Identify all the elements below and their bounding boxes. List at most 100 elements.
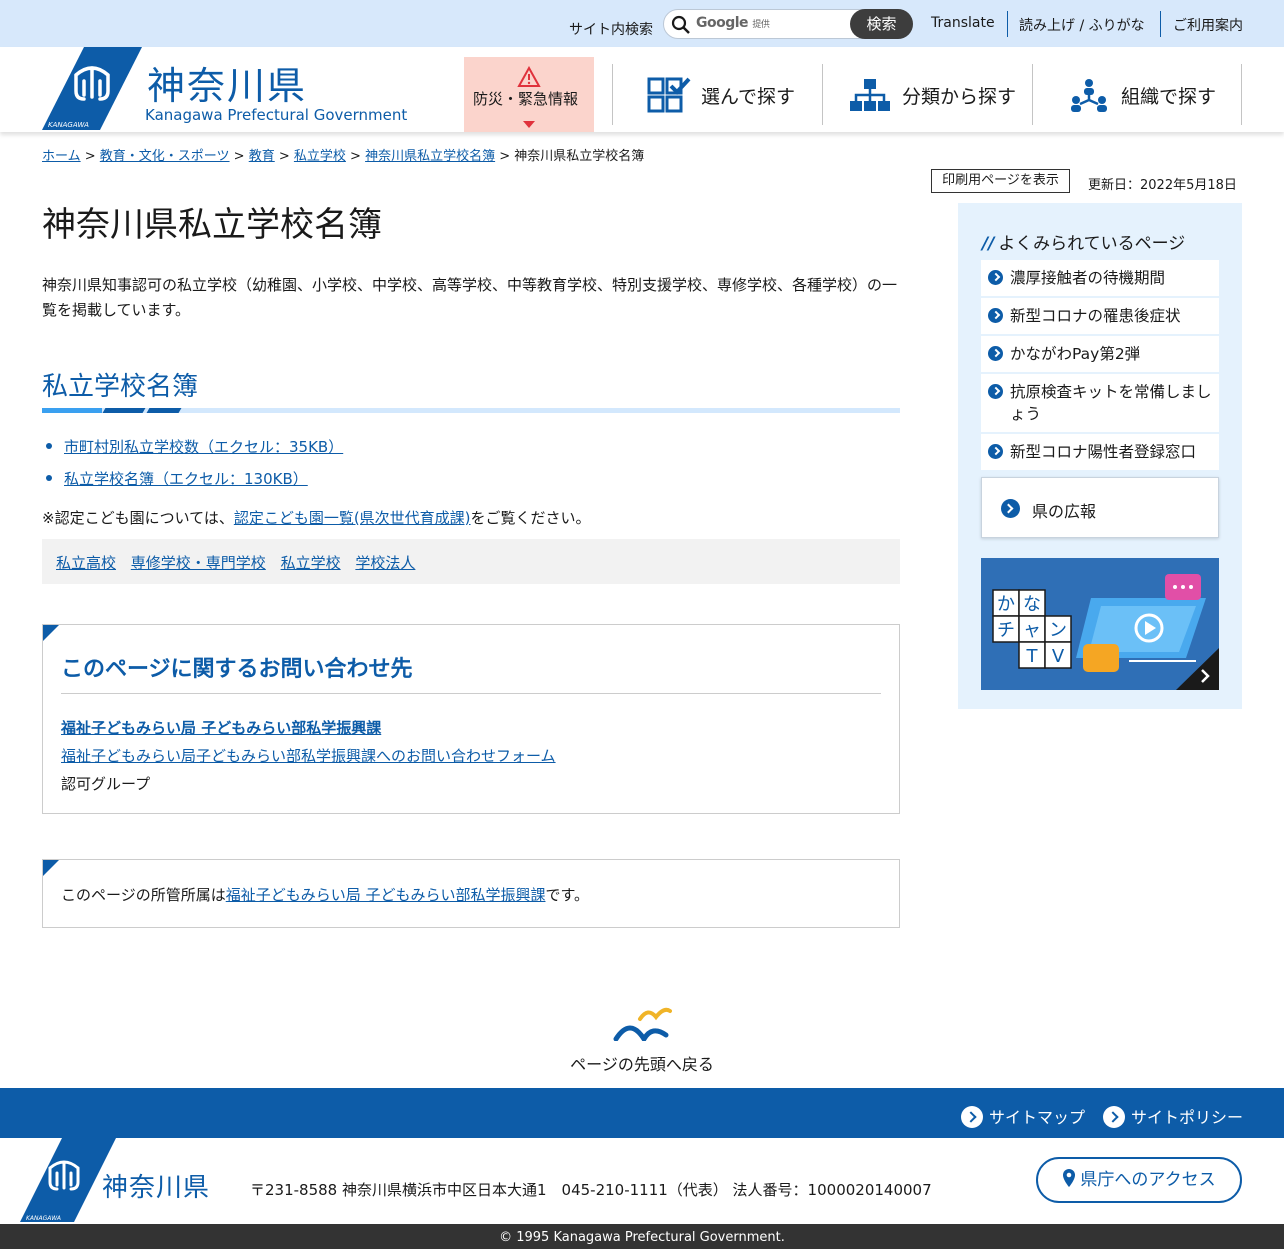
warning-icon [517,66,541,87]
top-utility-bar: サイト内検索 Google 提供 検索 Translate 読み上げ / ふりが… [0,0,1284,47]
footer-logo-text: 神奈川県 [102,1173,211,1203]
caret-down-icon [523,121,535,128]
contact-box: このページに関するお問い合わせ先 福祉子どもみらい局 子どもみらい部私学振興課 … [42,624,900,814]
chevron-right-icon [1001,499,1020,518]
divider [1007,11,1008,37]
checklist-icon [647,77,691,113]
chevron-right-icon [1103,1106,1125,1128]
tag-link[interactable]: 私立高校 [56,554,116,572]
guide-link[interactable]: ご利用案内 [1173,15,1243,35]
site-header: KANAGAWA 神奈川県 Kanagawa Prefectural Gover… [0,47,1284,132]
popular-list: 濃厚接触者の待機期間 新型コロナの罹患後症状 かながわPay第2弾 抗原検査キッ… [981,260,1219,472]
breadcrumb-home[interactable]: ホーム [42,149,81,164]
back-to-top-label: ページの先頭へ戻る [570,1055,714,1074]
corner-mark [43,860,59,876]
svg-text:チ: チ [997,620,1015,641]
back-to-top[interactable]: ページの先頭へ戻る [0,1005,1284,1075]
nav-category-label: 分類から探す [902,86,1017,108]
owner-text: このページの所管所属は福祉子どもみらい局 子どもみらい部私学振興課です。 [61,886,589,904]
site-search-label: サイト内検索 [569,22,653,38]
contact-title: このページに関するお問い合わせ先 [61,657,413,682]
search-button[interactable]: 検索 [850,9,913,39]
svg-text:KANAGAWA: KANAGAWA [26,1215,61,1222]
footer-logo[interactable]: KANAGAWA 神奈川県 [20,1138,209,1228]
nav-choose[interactable]: 選んで探す [613,65,822,125]
access-button[interactable]: 県庁へのアクセス [1036,1157,1242,1203]
contact-dept-link[interactable]: 福祉子どもみらい局 子どもみらい部私学振興課 [61,717,381,738]
note-text: ※認定こども園については、認定こども園一覧(県次世代育成課)をご覧ください。 [42,509,591,527]
divider [1241,64,1242,125]
kodomoen-link[interactable]: 認定こども園一覧(県次世代育成課) [234,509,471,527]
sitemap-link[interactable]: サイトマップ [961,1104,1085,1128]
logo-text-jp: 神奈川県 [147,64,308,108]
download-link-count[interactable]: 市町村別私立学校数（エクセル：35KB） [64,438,343,456]
logo-text-en: Kanagawa Prefectural Government [145,106,408,124]
emergency-info-button[interactable]: 防災・緊急情報 [464,57,594,132]
section-title: 私立学校名簿 [42,372,199,402]
breadcrumb-education[interactable]: 教育 [249,149,275,164]
nav-category[interactable]: 分類から探す [823,65,1032,125]
page-title: 神奈川県私立学校名簿 [42,205,382,245]
main-content: 神奈川県私立学校名簿 神奈川県知事認可の私立学校（幼稚園、小学校、中学校、高等学… [42,203,900,928]
svg-text:V: V [1052,646,1065,667]
hierarchy-icon [850,79,890,111]
footer-links-bar: サイトマップ サイトポリシー [0,1088,1284,1138]
seagull-icon [613,1007,672,1044]
svg-text:ン: ン [1049,620,1067,641]
contact-form-link[interactable]: 福祉子どもみらい局子どもみらい部私学振興課へのお問い合わせフォーム [61,745,556,766]
contact-group: 認可グループ [61,775,151,793]
nav-organization[interactable]: 組織で探す [1033,65,1241,125]
breadcrumb-directory[interactable]: 神奈川県私立学校名簿 [365,149,495,164]
breadcrumb-culture[interactable]: 教育・文化・スポーツ [100,149,230,164]
svg-text:な: な [1023,594,1041,615]
popular-item[interactable]: かながわPay第2弾 [981,336,1219,372]
breadcrumb: ホーム > 教育・文化・スポーツ > 教育 > 私立学校 > 神奈川県私立学校名… [42,149,645,164]
breadcrumb-current: 神奈川県私立学校名簿 [514,149,645,164]
list-item: 私立学校名簿（エクセル：130KB） [42,468,343,489]
intro-text: 神奈川県知事認可の私立学校（幼稚園、小学校、中学校、高等学校、中等教育学校、特別… [42,276,898,319]
owner-dept-link[interactable]: 福祉子どもみらい局 子どもみらい部私学振興課 [226,886,546,904]
popular-item[interactable]: 濃厚接触者の待機期間 [981,260,1219,296]
nav-choose-label: 選んで探す [701,86,796,108]
related-tags: 私立高校 専修学校・専門学校 私立学校 学校法人 [42,539,900,584]
copyright: © 1995 Kanagawa Prefectural Government. [0,1224,1284,1249]
popular-item[interactable]: 抗原検査キットを常備しましょう [981,374,1219,432]
tag-link[interactable]: 専修学校・専門学校 [131,554,266,572]
kana-channel-tv-banner[interactable]: かな チャン TV [981,558,1219,690]
popular-title: //よくみられているページ [982,234,1186,254]
owner-box: このページの所管所属は福祉子どもみらい局 子どもみらい部私学振興課です。 [42,859,900,928]
download-link-directory[interactable]: 私立学校名簿（エクセル：130KB） [64,470,308,488]
emergency-label: 防災・緊急情報 [473,90,579,108]
print-page-button[interactable]: 印刷用ページを表示 [931,169,1070,193]
popular-item[interactable]: 新型コロナの罹患後症状 [981,298,1219,334]
organization-icon [1071,79,1107,112]
slash-icon: // [982,234,995,254]
svg-text:か: か [997,594,1015,615]
divider [1160,11,1161,37]
sidebar: //よくみられているページ 濃厚接触者の待機期間 新型コロナの罹患後症状 かなが… [958,203,1242,709]
koho-label: 県の広報 [1032,502,1097,521]
nav-organization-label: 組織で探す [1121,86,1217,108]
updated-date: 更新日：2022年5月18日 [1088,178,1237,193]
svg-text:T: T [1026,646,1039,667]
translate-link[interactable]: Translate [931,15,995,31]
kana-channel-logo: かな チャン TV [981,558,1219,690]
footer-address: 〒231-8588 神奈川県横浜市中区日本大通1 045-210-1111（代表… [250,1181,932,1199]
divider [61,693,881,694]
kanagawa-emblem-icon: KANAGAWA [42,47,142,130]
site-policy-link[interactable]: サイトポリシー [1103,1104,1243,1128]
breadcrumb-private-school[interactable]: 私立学校 [294,149,346,164]
svg-text:ャ: ャ [1023,620,1041,641]
map-pin-icon [1063,1169,1076,1187]
section-underline [42,408,900,413]
yomiage-link[interactable]: 読み上げ / ふりがな [1019,15,1145,35]
search-icon [671,15,690,34]
koho-button[interactable]: 県の広報 [981,477,1219,538]
chevron-right-icon [961,1106,983,1128]
google-label: Google 提供 [696,15,770,31]
tag-link[interactable]: 学校法人 [355,554,415,572]
list-item: 市町村別私立学校数（エクセル：35KB） [42,436,343,457]
download-list: 市町村別私立学校数（エクセル：35KB） 私立学校名簿（エクセル：130KB） [42,436,343,500]
popular-item[interactable]: 新型コロナ陽性者登録窓口 [981,434,1219,470]
tag-link[interactable]: 私立学校 [281,554,341,572]
